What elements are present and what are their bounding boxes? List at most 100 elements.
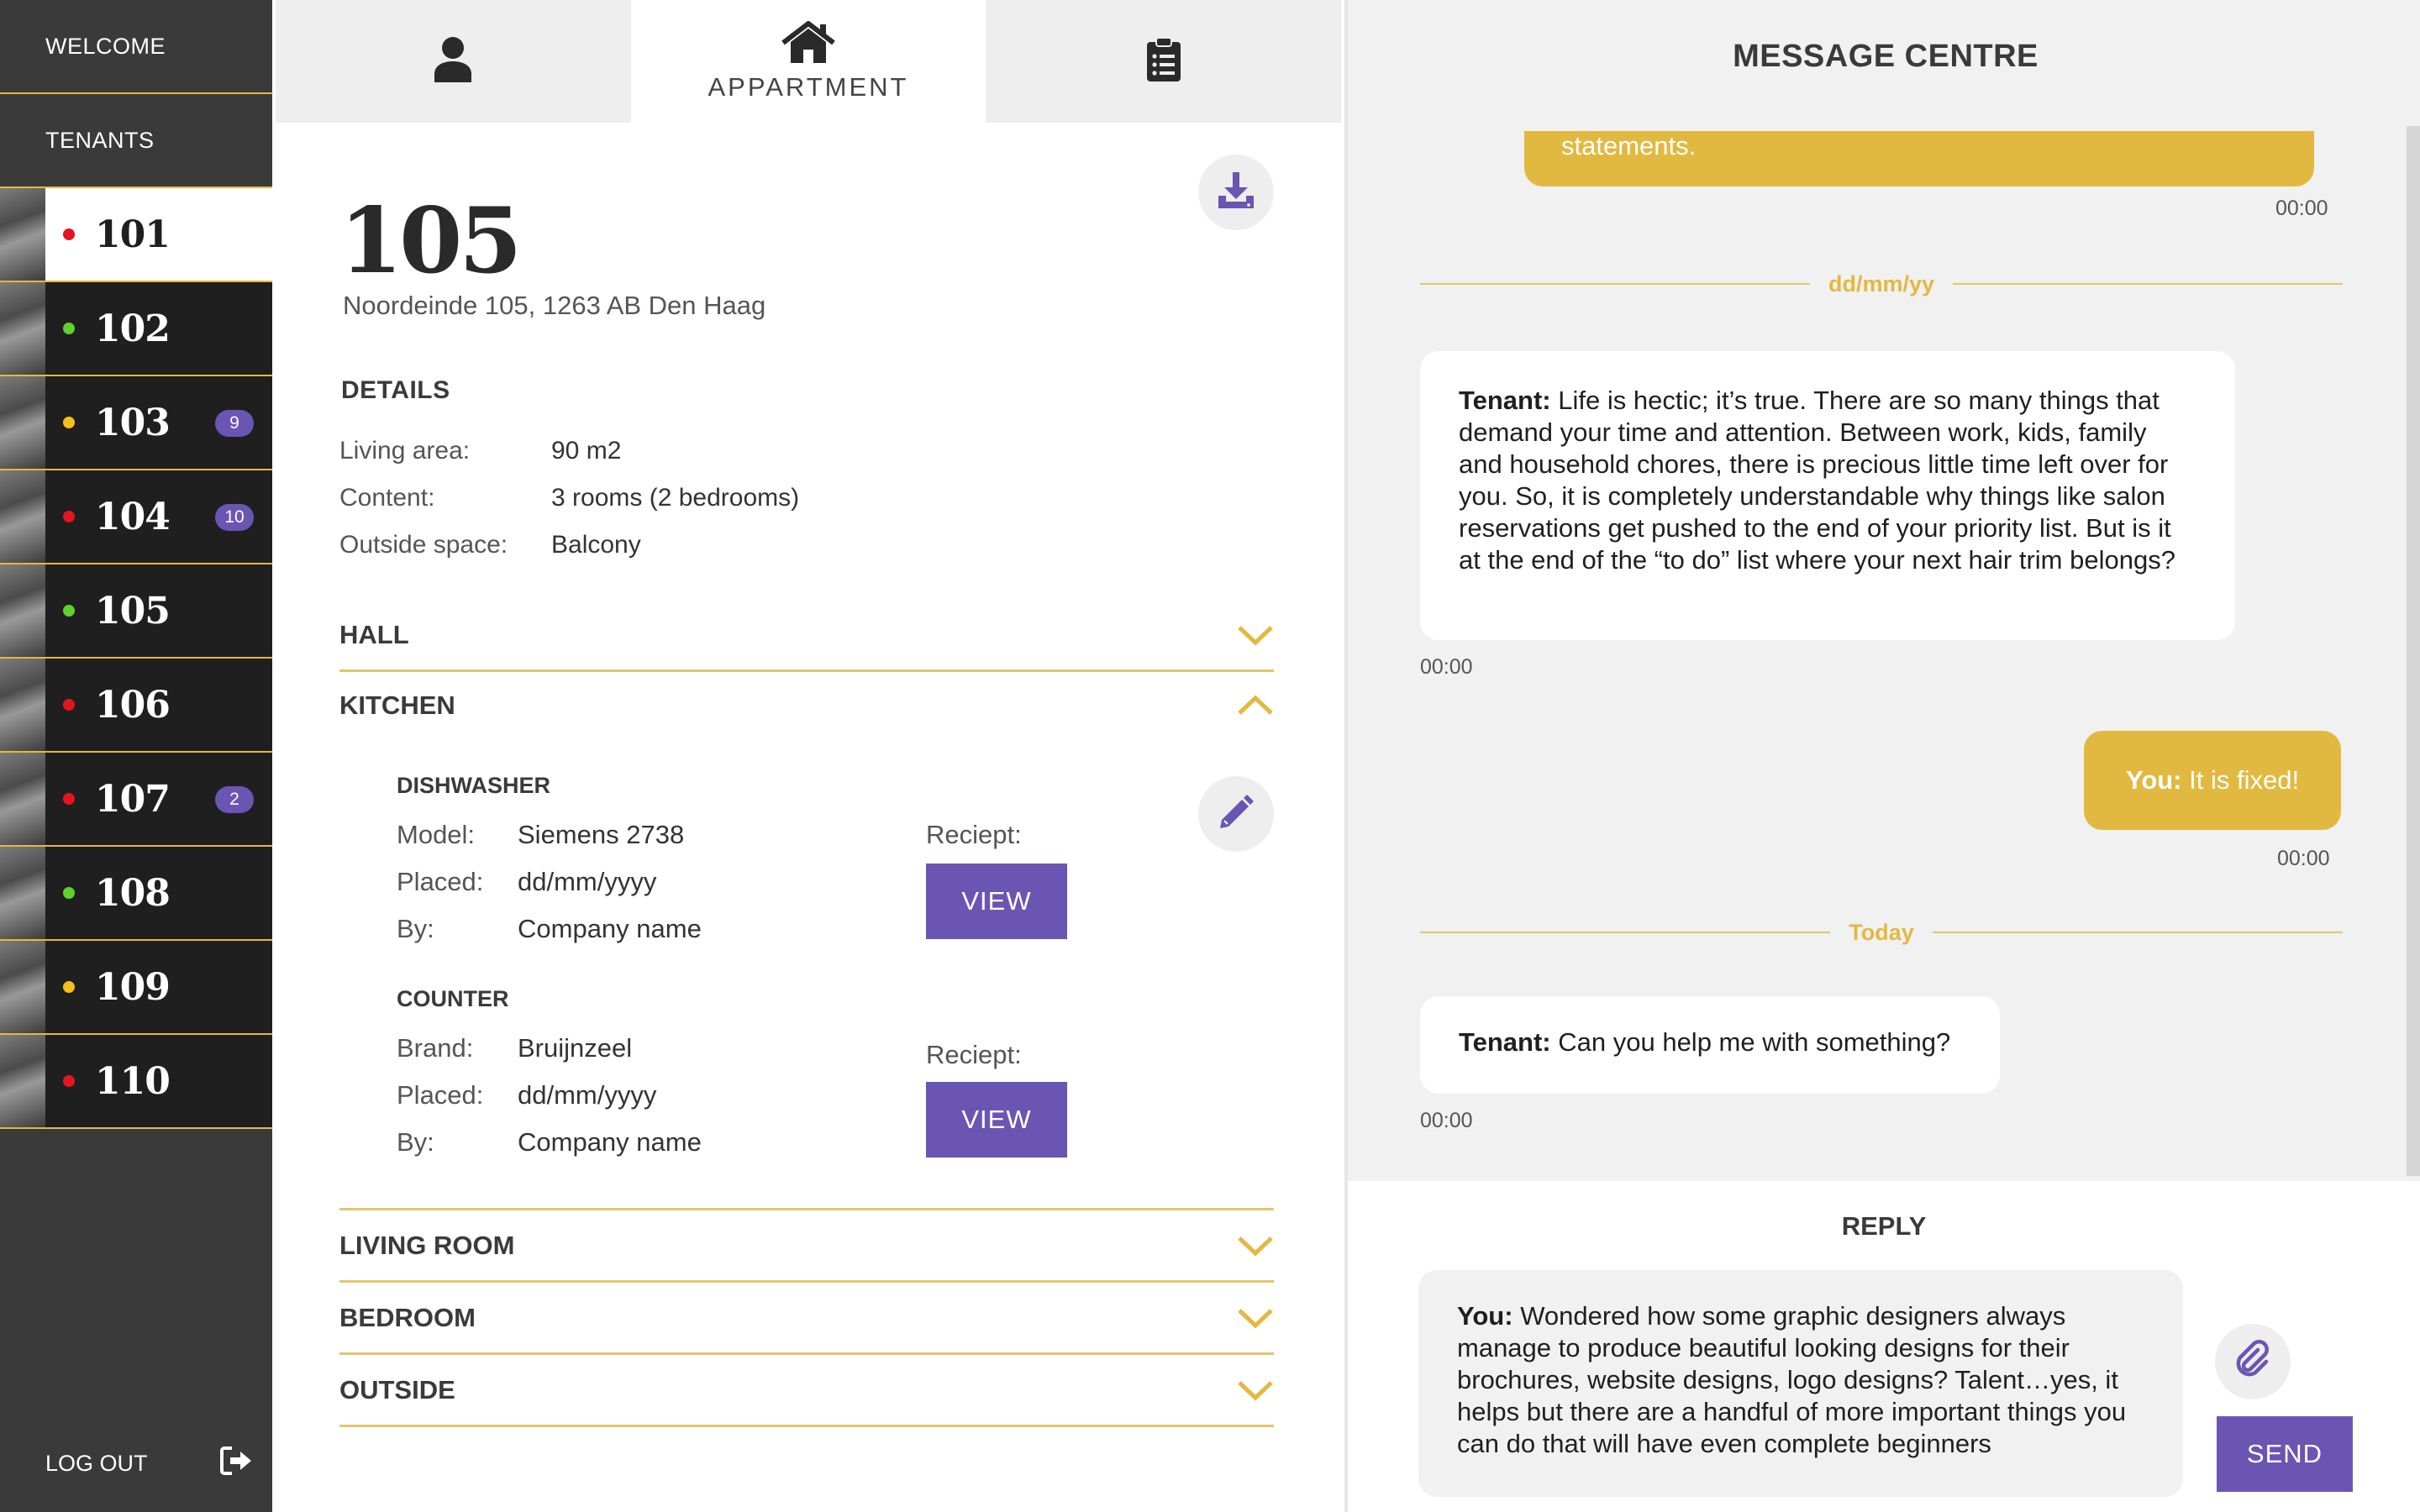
reply-area: REPLY You: Wondered how some graphic des… <box>1348 1181 2420 1512</box>
unit-item[interactable]: 108 <box>0 847 272 941</box>
unit-item[interactable]: 106 <box>0 659 272 753</box>
attach-button[interactable] <box>2215 1324 2291 1399</box>
pencil-icon <box>1217 793 1255 836</box>
message-bubble-you: statements. <box>1524 131 2314 186</box>
logout-button[interactable]: LOG OUT <box>0 1415 272 1512</box>
message-bubble-tenant: Tenant: Can you help me with something? <box>1420 996 2000 1094</box>
reply-input[interactable]: You: Wondered how some graphic designers… <box>1418 1270 2183 1497</box>
unit-item[interactable]: 103 9 <box>0 376 272 470</box>
item-value: Bruijnzeel <box>518 1033 633 1063</box>
item-label: Model: <box>397 820 476 849</box>
accordion-living-room[interactable]: LIVING ROOM <box>339 1210 1274 1283</box>
item-label: By: <box>397 1127 434 1157</box>
item-label: Placed: <box>397 1080 484 1110</box>
item-value: Siemens 2738 <box>518 820 685 849</box>
status-dot <box>63 699 75 711</box>
message-centre-title: MESSAGE CENTRE <box>1733 39 2039 74</box>
accordion-outside[interactable]: OUTSIDE <box>339 1355 1274 1427</box>
message-sender: You: <box>2125 765 2182 795</box>
unit-item[interactable]: 105 <box>0 564 272 659</box>
detail-value: Balcony <box>551 531 641 559</box>
message-time: 00:00 <box>2275 197 2328 220</box>
status-dot <box>63 228 75 240</box>
nav-welcome[interactable]: WELCOME <box>0 0 272 94</box>
notification-badge: 10 <box>215 504 254 531</box>
reply-text: Wondered how some graphic designers alwa… <box>1457 1301 2127 1458</box>
unit-number: 109 <box>95 965 171 1009</box>
accordion-kitchen[interactable]: KITCHEN <box>339 669 1274 742</box>
detail-value: 90 m2 <box>551 437 622 465</box>
tab-apartment-label: APPARTMENT <box>708 71 909 102</box>
logout-icon <box>220 1446 254 1482</box>
message-scrollbar[interactable] <box>2407 126 2420 1176</box>
item-label: Placed: <box>397 867 484 896</box>
unit-number: 107 <box>95 777 171 821</box>
tab-bar: APPARTMENT <box>276 0 1342 123</box>
nav-tenants[interactable]: TENANTS <box>0 94 272 188</box>
unit-item[interactable]: 102 <box>0 282 272 376</box>
nav-welcome-label: WELCOME <box>45 33 166 59</box>
user-icon <box>433 35 473 88</box>
unit-number: 101 <box>95 213 171 256</box>
message-time: 00:00 <box>2277 847 2330 870</box>
chevron-down-icon <box>1238 625 1273 645</box>
status-dot <box>63 981 75 993</box>
view-receipt-button[interactable]: VIEW <box>926 864 1067 939</box>
item-title-counter: COUNTER <box>397 986 509 1011</box>
status-dot <box>63 605 75 617</box>
accordion-bedroom[interactable]: BEDROOM <box>339 1283 1274 1355</box>
apartment-address: Noordeinde 105, 1263 AB Den Haag <box>343 291 766 320</box>
apartment-panel: APPARTMENT 105 Noordeinde 105, 1263 AB D… <box>272 0 1344 1512</box>
status-dot <box>63 323 75 334</box>
unit-thumbnail <box>0 1035 45 1127</box>
status-dot <box>63 417 75 428</box>
item-value: dd/mm/yyyy <box>518 1080 657 1110</box>
message-time: 00:00 <box>1420 655 1473 679</box>
unit-thumbnail <box>0 282 45 375</box>
detail-value: 3 rooms (2 bedrooms) <box>551 484 800 512</box>
unit-item[interactable]: 109 <box>0 941 272 1035</box>
unit-item[interactable]: 104 10 <box>0 470 272 564</box>
date-separator: dd/mm/yy <box>1420 267 2344 301</box>
tab-apartment[interactable]: APPARTMENT <box>630 0 986 123</box>
unit-number: 103 <box>95 401 171 444</box>
chevron-down-icon <box>1238 1380 1273 1400</box>
notification-badge: 2 <box>215 786 254 813</box>
unit-thumbnail <box>0 753 45 845</box>
detail-label: Outside space: <box>339 531 508 559</box>
unit-item[interactable]: 107 2 <box>0 753 272 847</box>
detail-label: Living area: <box>339 437 471 465</box>
unit-number: 106 <box>95 683 171 727</box>
accordion-hall-label: HALL <box>339 619 409 649</box>
unit-thumbnail <box>0 564 45 657</box>
message-text: statements. <box>1561 131 1697 160</box>
view-receipt-button[interactable]: VIEW <box>926 1082 1067 1158</box>
receipt-label: Reciept: <box>926 820 1022 849</box>
apartment-number: 105 <box>339 188 522 294</box>
accordion-hall[interactable]: HALL <box>339 600 1274 672</box>
message-text: Life is hectic; it’s true. There are so … <box>1459 386 2175 575</box>
unit-thumbnail <box>0 847 45 939</box>
unit-thumbnail <box>0 470 45 563</box>
chevron-down-icon <box>1238 1308 1273 1328</box>
item-label: Brand: <box>397 1033 474 1063</box>
unit-number: 108 <box>95 871 171 915</box>
message-sender: Tenant: <box>1459 386 1551 415</box>
unit-item[interactable]: 101 <box>0 188 272 282</box>
chevron-down-icon <box>1238 1236 1273 1256</box>
send-button[interactable]: SEND <box>2217 1416 2353 1492</box>
paperclip-icon <box>2233 1339 2273 1384</box>
message-time: 00:00 <box>1420 1109 1473 1132</box>
status-dot <box>63 793 75 805</box>
accordion-bedroom-label: BEDROOM <box>339 1302 476 1332</box>
download-button[interactable] <box>1198 155 1274 230</box>
tab-inventory[interactable] <box>986 0 1342 123</box>
chevron-up-icon <box>1238 695 1273 715</box>
download-icon <box>1216 171 1256 215</box>
tab-tenant[interactable] <box>276 0 631 123</box>
unit-item[interactable]: 110 <box>0 1035 272 1129</box>
unit-number: 110 <box>95 1059 171 1103</box>
unit-list: 101 102 103 9 104 10 105 106 107 2 108 109 110 <box>0 188 272 1129</box>
unit-number: 104 <box>95 495 171 538</box>
edit-button[interactable] <box>1198 776 1274 852</box>
